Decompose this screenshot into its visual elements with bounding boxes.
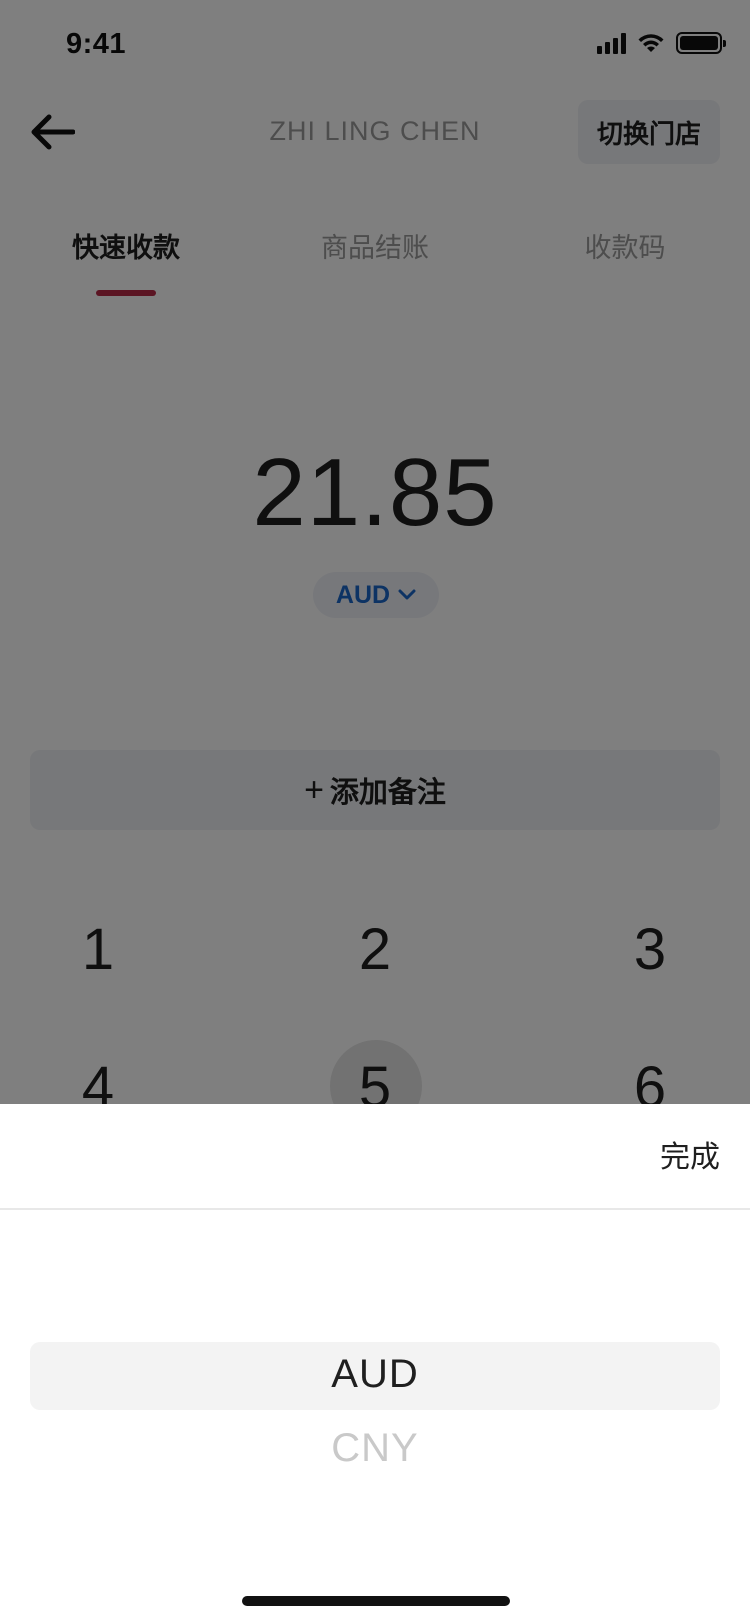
picker-option-aud[interactable]: AUD [0, 1352, 750, 1397]
app-screen: 9:41 ZHI LING CHEN 切换门店 快速收款 商品结账 收款码 21… [0, 0, 750, 1624]
divider [0, 1208, 750, 1210]
picker-option-cny[interactable]: CNY [0, 1426, 750, 1471]
home-indicator [242, 1596, 510, 1606]
currency-picker-sheet: 完成 AUD CNY [0, 1104, 750, 1624]
done-button[interactable]: 完成 [660, 1132, 720, 1176]
